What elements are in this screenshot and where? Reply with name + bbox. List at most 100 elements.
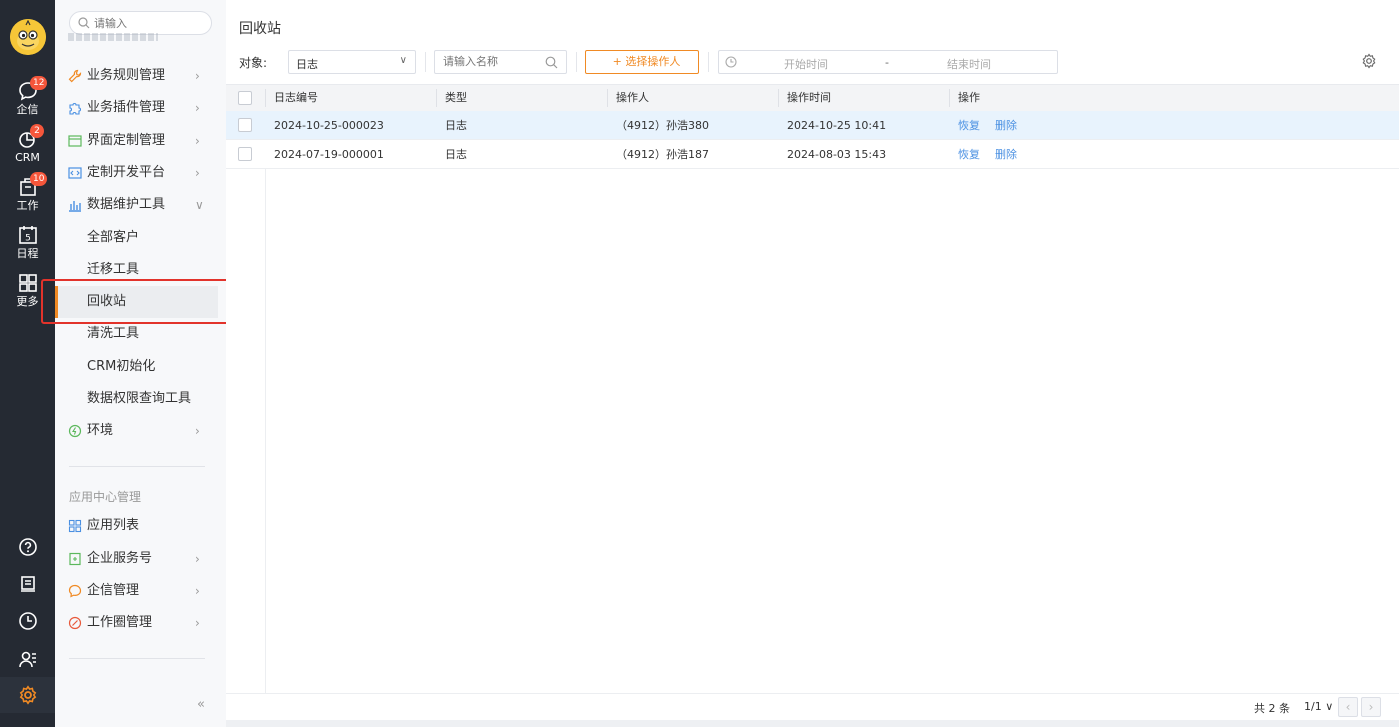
sidebar-item-business-plugins[interactable]: 业务插件管理 ›	[55, 93, 218, 123]
sidebar-item-label: 业务插件管理	[87, 100, 166, 115]
sidebar-search[interactable]	[69, 11, 212, 35]
sidebar-sub-label: 全部客户	[87, 230, 140, 245]
notice-icon	[20, 576, 35, 592]
select-operator-button[interactable]: + 选择操作人	[585, 50, 699, 74]
settings-button[interactable]	[0, 685, 55, 708]
end-time-input[interactable]: 结束时间	[947, 56, 991, 72]
sidebar-item-data-tools[interactable]: 数据维护工具 ∨	[55, 190, 218, 220]
pagination-bar: 共 2 条 1/1 ∨ ‹ ›	[226, 693, 1399, 720]
column-settings-icon[interactable]	[1361, 53, 1377, 69]
cell-log-id: 2024-07-19-000001	[274, 148, 384, 161]
rail-label: 工作	[16, 199, 39, 212]
sidebar-item-environment[interactable]: 环境 ›	[55, 416, 218, 446]
header-log-id[interactable]: 日志编号	[274, 85, 318, 111]
total-count: 共 2 条	[1254, 702, 1290, 715]
sidebar-item-work-circle[interactable]: 工作圈管理 ›	[55, 608, 218, 638]
delete-link[interactable]: 删除	[995, 140, 1017, 169]
delete-link[interactable]: 删除	[995, 111, 1017, 140]
chevron-right-icon: ›	[195, 134, 200, 148]
collapse-sidebar-button[interactable]: «	[197, 697, 205, 712]
sidebar-sub-label: 回收站	[87, 294, 127, 309]
page-indicator[interactable]: 1/1 ∨	[1304, 700, 1333, 713]
grid-icon	[18, 274, 37, 292]
start-time-input[interactable]: 开始时间	[784, 56, 828, 72]
contacts-button[interactable]	[0, 649, 55, 672]
rail-item-more[interactable]: 更多	[0, 272, 55, 308]
cell-operator: （4912）孙浩187	[616, 148, 709, 161]
chevron-right-icon: ›	[195, 584, 200, 598]
sidebar-item-business-rules[interactable]: 业务规则管理 ›	[55, 61, 218, 91]
search-icon	[78, 17, 90, 29]
rail-item-crm[interactable]: CRM 2	[0, 124, 55, 164]
environment-icon	[68, 424, 82, 438]
sidebar-sub-all-customers[interactable]: 全部客户	[55, 222, 218, 254]
settings-gear-icon	[19, 685, 36, 705]
search-icon[interactable]	[545, 56, 558, 69]
sidebar-item-app-list[interactable]: 应用列表	[55, 511, 218, 541]
rail-item-chat[interactable]: 企信 12	[0, 76, 55, 116]
next-page-button[interactable]: ›	[1361, 697, 1381, 717]
select-all-checkbox[interactable]	[238, 91, 252, 105]
wrench-icon	[68, 69, 82, 83]
rail-label: 更多	[16, 295, 39, 308]
user-avatar[interactable]	[10, 19, 46, 55]
sidebar-sub-recycle-bin[interactable]: 回收站	[55, 286, 218, 318]
layout-icon	[68, 135, 82, 147]
column-divider	[607, 89, 608, 107]
sidebar-sub-label: 数据权限查询工具	[87, 391, 192, 406]
sidebar-divider	[69, 466, 205, 467]
row-checkbox[interactable]	[238, 147, 252, 161]
code-icon	[68, 167, 82, 179]
chevron-right-icon: ›	[195, 101, 200, 115]
rail-item-work[interactable]: 工作 10	[0, 172, 55, 212]
contacts-icon	[18, 651, 36, 668]
name-search-input[interactable]	[443, 55, 543, 68]
table-header: 日志编号 类型 操作人 操作时间 操作	[226, 85, 1399, 111]
sidebar-sub-crm-init[interactable]: CRM初始化	[55, 351, 218, 383]
circle-icon	[68, 616, 82, 630]
admin-sidebar: 业务规则管理 › 业务插件管理 › 界面定制管理 › 定制开发平台 › 数据维护…	[55, 0, 278, 727]
fixed-column-divider	[265, 169, 266, 694]
header-operator[interactable]: 操作人	[616, 85, 649, 111]
restore-link[interactable]: 恢复	[958, 111, 980, 140]
sidebar-item-label: 企信管理	[87, 583, 140, 598]
chevron-right-icon: ›	[195, 552, 200, 566]
message-icon	[68, 584, 82, 598]
name-search-box[interactable]	[434, 50, 567, 74]
date-range-picker[interactable]: 开始时间 - 结束时间	[718, 50, 1058, 74]
sidebar-sub-permission-query[interactable]: 数据权限查询工具	[55, 383, 218, 415]
sidebar-item-dev-platform[interactable]: 定制开发平台 ›	[55, 158, 218, 188]
sidebar-sub-cleaning[interactable]: 清洗工具	[55, 318, 218, 350]
sidebar-item-service-account[interactable]: 企业服务号 ›	[55, 544, 218, 574]
help-button[interactable]	[0, 537, 55, 560]
sidebar-item-label: 定制开发平台	[87, 165, 166, 180]
rail-label: CRM	[15, 151, 40, 164]
sidebar-item-label: 环境	[87, 423, 114, 438]
rail-item-calendar[interactable]: 5 日程	[0, 224, 55, 260]
row-checkbox[interactable]	[238, 118, 252, 132]
table-row[interactable]: 2024-10-25-000023 日志 （4912）孙浩380 2024-10…	[226, 111, 1399, 140]
restore-link[interactable]: 恢复	[958, 140, 980, 169]
object-select-value: 日志	[296, 58, 318, 71]
column-divider	[778, 89, 779, 107]
header-type[interactable]: 类型	[445, 85, 467, 111]
sidebar-sub-label: 迁移工具	[87, 262, 140, 277]
prev-page-button[interactable]: ‹	[1338, 697, 1358, 717]
cell-operator: （4912）孙浩380	[616, 119, 709, 132]
object-select[interactable]: 日志 ∨	[288, 50, 416, 74]
header-time[interactable]: 操作时间	[787, 85, 831, 111]
cell-type: 日志	[445, 148, 467, 161]
notice-button[interactable]	[0, 574, 55, 597]
table-row[interactable]: 2024-07-19-000001 日志 （4912）孙浩187 2024-08…	[226, 140, 1399, 169]
bottom-scroll-strip	[226, 720, 1399, 727]
sidebar-search-input[interactable]	[94, 15, 204, 31]
object-label: 对象:	[239, 56, 268, 70]
rail-label: 企信	[16, 103, 39, 116]
history-button[interactable]	[0, 611, 55, 634]
column-divider	[949, 89, 950, 107]
sidebar-item-message-mgmt[interactable]: 企信管理 ›	[55, 576, 218, 606]
sidebar-item-ui-custom[interactable]: 界面定制管理 ›	[55, 126, 218, 156]
app-rail: 企信 12 CRM 2 工作 10 5 日程 更多	[0, 0, 55, 727]
sidebar-sub-migration[interactable]: 迁移工具	[55, 254, 218, 286]
chevron-down-icon: ∨	[399, 55, 407, 66]
